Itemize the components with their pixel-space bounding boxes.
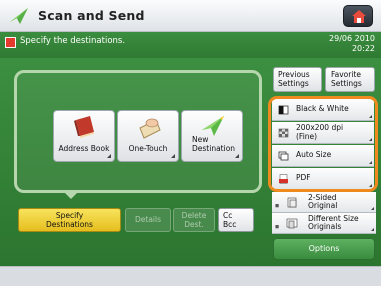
status-date: 29/06 2010: [329, 34, 375, 43]
two-sided-original-setting[interactable]: ◼ 2-Sided Original: [272, 192, 376, 213]
corner-arrow-icon: [366, 115, 372, 118]
title-bar: Scan and Send: [0, 0, 381, 32]
options-button[interactable]: Options: [273, 238, 375, 260]
selection-pointer: [64, 192, 78, 199]
new-destination-label-line2: Destination: [192, 143, 236, 153]
address-book-icon: [74, 116, 94, 138]
corner-arrow-icon: [368, 207, 374, 210]
pdf-icon: [279, 174, 288, 184]
different-size-icon: [286, 218, 298, 229]
corner-arrow-icon: [103, 154, 111, 158]
one-touch-label: One-Touch: [128, 143, 168, 153]
paper-plane-icon: [10, 8, 28, 24]
cc-bcc-button[interactable]: Cc Bcc: [218, 208, 254, 232]
corner-arrow-icon: [366, 138, 372, 141]
address-book-button[interactable]: Address Book: [53, 110, 115, 162]
options-label: Options: [308, 244, 340, 253]
scan-send-screen: Scan and Send Specify the destinations. …: [0, 0, 381, 286]
color-mode-setting[interactable]: Black & White: [272, 99, 374, 121]
resolution-text-line2: (Fine): [296, 131, 318, 141]
black-white-icon: [278, 105, 289, 115]
different-size-originals-setting[interactable]: ◼ Different Size Originals: [272, 213, 376, 234]
resolution-label: 200x200 dpi (Fine): [296, 122, 343, 143]
page-title: Scan and Send: [38, 8, 145, 23]
badge-icon: ◼: [275, 224, 280, 230]
delete-dest-button[interactable]: Delete Dest.: [173, 208, 215, 232]
one-touch-icon: [139, 118, 161, 139]
specify-destinations-button[interactable]: Specify Destinations: [18, 208, 121, 232]
favorite-settings-button[interactable]: Favorite Settings: [325, 67, 375, 92]
home-button[interactable]: [343, 5, 373, 27]
one-touch-button[interactable]: One-Touch: [117, 110, 179, 162]
new-destination-label: New Destination: [182, 135, 242, 153]
file-format-setting[interactable]: PDF: [272, 168, 374, 190]
status-datetime: 29/06 2010 20:22: [329, 34, 375, 53]
color-mode-text: Black & White: [296, 104, 349, 114]
different-size-text-line2: Originals: [308, 222, 342, 231]
corner-arrow-icon: [366, 161, 372, 164]
new-destination-button[interactable]: New Destination: [181, 110, 243, 162]
bcc-label: Bcc: [223, 219, 237, 229]
different-size-label: Different Size Originals: [308, 213, 359, 233]
specify-label-line2: Destinations: [46, 219, 93, 229]
delete-label-line2: Dest.: [184, 219, 204, 229]
status-time: 20:22: [351, 43, 375, 53]
favorite-settings-line2: Settings: [331, 78, 362, 88]
file-format-label: PDF: [296, 168, 311, 189]
resolution-icon: [278, 128, 289, 138]
home-icon: [352, 10, 366, 23]
previous-settings-line2: Settings: [278, 78, 309, 88]
corner-arrow-icon: [167, 154, 175, 158]
badge-icon: ◼: [275, 203, 280, 209]
file-format-text: PDF: [296, 173, 311, 183]
corner-arrow-icon: [231, 154, 239, 158]
resolution-setting[interactable]: 200x200 dpi (Fine): [272, 122, 374, 144]
color-mode-label: Black & White: [296, 99, 349, 120]
corner-arrow-icon: [366, 184, 372, 187]
bottom-strip: [0, 266, 381, 286]
two-sided-text-line2: Original: [308, 201, 338, 210]
settings-list: Black & White 200x200 dpi (Fine) Auto Si…: [268, 96, 378, 192]
two-sided-icon: [287, 197, 297, 208]
scan-size-setting[interactable]: Auto Size: [272, 145, 374, 167]
two-sided-label: 2-Sided Original: [308, 192, 337, 212]
details-label: Details: [134, 215, 161, 224]
previous-settings-button[interactable]: Previous Settings: [273, 67, 322, 92]
scan-size-label: Auto Size: [296, 145, 331, 166]
details-button[interactable]: Details: [125, 208, 171, 232]
scan-size-text: Auto Size: [296, 150, 332, 160]
address-book-label: Address Book: [58, 143, 110, 153]
auto-size-icon: [278, 151, 289, 161]
status-message: Specify the destinations.: [20, 36, 126, 46]
warning-icon: [5, 37, 16, 48]
corner-arrow-icon: [368, 228, 374, 231]
